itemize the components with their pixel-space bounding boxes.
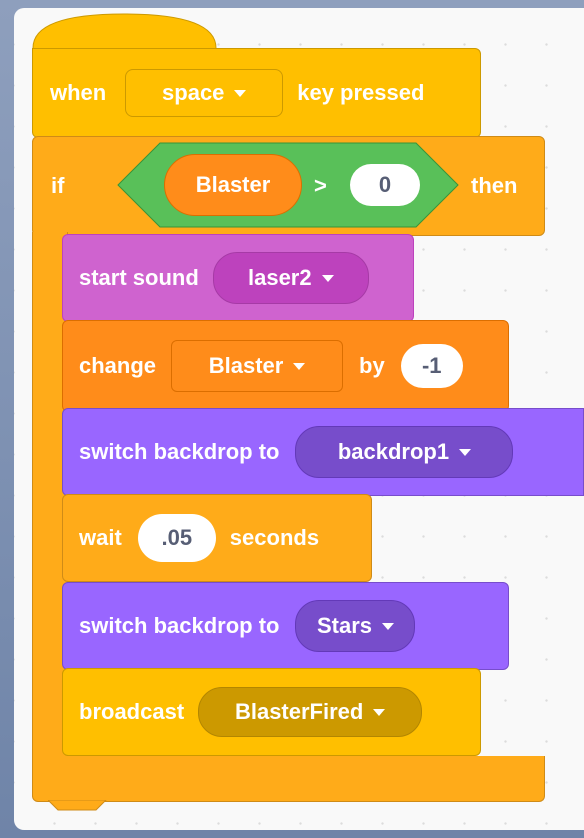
if-label: if	[51, 173, 65, 198]
chevron-down-icon	[234, 89, 247, 97]
change-amount-input[interactable]: -1	[400, 344, 463, 388]
message-dropdown[interactable]: BlasterFired	[198, 687, 423, 737]
sound-dropdown[interactable]: laser2	[212, 252, 369, 304]
key-pressed-label: key pressed	[297, 80, 425, 105]
wait-duration-input[interactable]: .05	[137, 514, 216, 562]
broadcast-label: broadcast	[79, 699, 185, 724]
chevron-down-icon	[373, 708, 386, 716]
by-label: by	[359, 353, 385, 378]
variable-dropdown[interactable]: Blaster	[171, 340, 344, 392]
blaster-variable-reporter[interactable]: Blaster	[164, 154, 302, 216]
start-sound-block[interactable]: start sound laser2	[62, 234, 414, 322]
chevron-down-icon	[321, 274, 334, 282]
operator-symbol: >	[314, 173, 327, 198]
broadcast-block[interactable]: broadcast BlasterFired	[62, 668, 481, 756]
seconds-label: seconds	[229, 525, 320, 550]
change-variable-block[interactable]: change Blaster by -1	[62, 320, 509, 412]
when-key-pressed-block[interactable]: when space key pressed	[32, 48, 481, 138]
backdrop-dropdown[interactable]: backdrop1	[295, 426, 514, 478]
wait-block[interactable]: wait .05 seconds	[62, 494, 372, 582]
compare-value-input[interactable]: 0	[350, 164, 420, 206]
chevron-down-icon	[293, 362, 306, 370]
chevron-down-icon	[382, 622, 394, 630]
script-workspace[interactable]: when space key pressed if Blaster > 0 th…	[14, 8, 584, 830]
then-label: then	[471, 173, 518, 198]
chevron-down-icon	[459, 448, 472, 456]
wait-label: wait	[79, 525, 122, 550]
switch-backdrop-label: switch backdrop to	[79, 613, 280, 638]
bottom-notch	[48, 800, 107, 811]
if-c-bottom	[32, 756, 545, 802]
switch-backdrop-block-2[interactable]: switch backdrop to Stars	[62, 582, 509, 670]
change-label: change	[79, 353, 157, 378]
switch-backdrop-label: switch backdrop to	[79, 439, 280, 464]
start-sound-label: start sound	[79, 265, 199, 290]
switch-backdrop-block-1[interactable]: switch backdrop to backdrop1	[62, 408, 584, 496]
key-dropdown[interactable]: space	[125, 69, 284, 117]
backdrop-dropdown[interactable]: Stars	[295, 600, 416, 652]
when-label: when	[50, 80, 107, 105]
